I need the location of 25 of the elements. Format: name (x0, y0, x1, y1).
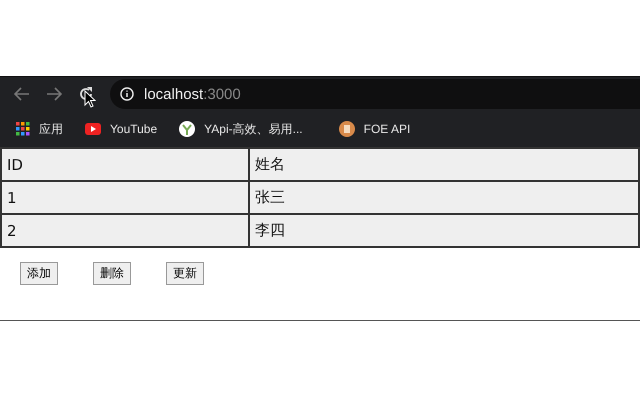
url-port: :3000 (203, 86, 241, 102)
bookmark[interactable]: YApi-高效、易用... (179, 120, 303, 138)
action-button[interactable]: 添加 (20, 262, 58, 285)
cursor-icon (84, 90, 96, 108)
address-bar[interactable]: localhost:3000 (110, 79, 640, 109)
info-icon (120, 87, 134, 101)
action-button[interactable]: 删除 (93, 262, 131, 285)
forward-icon[interactable] (46, 87, 62, 101)
document-icon (338, 121, 355, 137)
bookmark[interactable]: FOE API (338, 121, 410, 137)
y-logo-icon (179, 121, 196, 137)
table-cell: 2 (1, 214, 249, 247)
column-header: ID (1, 148, 249, 181)
url-host: localhost (144, 86, 204, 102)
play-icon (85, 123, 101, 135)
back-icon[interactable] (14, 87, 30, 101)
table-cell: 张三 (249, 181, 639, 214)
reload-icon[interactable] (78, 86, 94, 102)
table-cell: 李四 (249, 214, 639, 247)
column-header: 姓名 (249, 148, 639, 181)
table-cell: 1 (1, 181, 249, 214)
bookmark[interactable]: 应用 (16, 120, 63, 138)
action-button[interactable]: 更新 (166, 262, 204, 285)
bookmark[interactable]: YouTube (85, 122, 158, 136)
apps-grid-icon (16, 122, 30, 136)
